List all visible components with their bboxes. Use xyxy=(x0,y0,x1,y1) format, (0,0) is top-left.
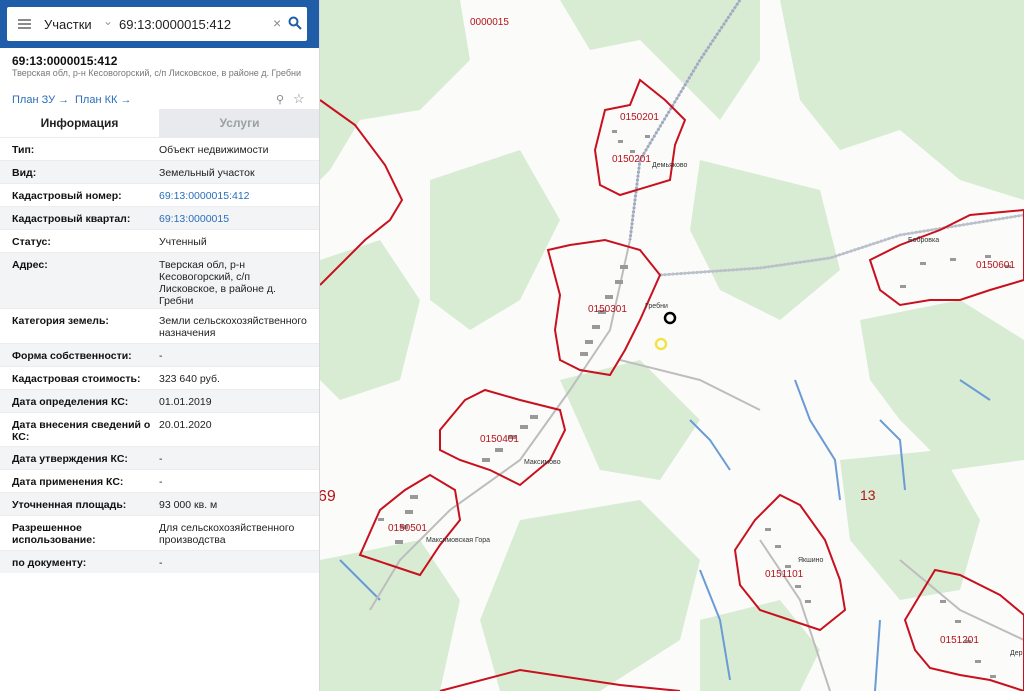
place-demyakovo: Демьяково xyxy=(652,162,688,169)
boundary-0150601 xyxy=(868,208,1024,307)
info-label: Кадастровый квартал: xyxy=(12,213,131,225)
map-canvas[interactable]: 0000015 0150201 0150201 0150301 0150401 … xyxy=(320,0,1024,691)
selected-parcel-marker[interactable] xyxy=(663,311,677,325)
info-label: Адрес: xyxy=(12,259,48,271)
star-icon[interactable]: ☆ xyxy=(293,91,305,107)
info-value: Земельный участок xyxy=(159,167,255,179)
info-row: Адрес: Тверская обл, р-н Кесовогорский, с… xyxy=(0,252,319,308)
info-row: Разрешенное использование: Для сельскохоз… xyxy=(0,515,319,550)
place-maksimovo: Максимово xyxy=(524,459,561,466)
search-type-select[interactable]: Участки xyxy=(44,17,92,32)
zoom-to-icon[interactable]: ⚲ xyxy=(276,93,284,106)
tab-info[interactable]: Информация xyxy=(0,109,159,137)
info-value: - xyxy=(159,453,163,465)
info-value: - xyxy=(159,557,163,569)
info-label: Статус: xyxy=(12,236,51,248)
info-label: Тип: xyxy=(12,144,35,156)
map-label-0150601: 0150601 xyxy=(976,260,1015,271)
info-value: Земли сельскохозяйственного назначения xyxy=(159,315,307,339)
place-bobrovka: Бобровка xyxy=(908,236,939,244)
secondary-marker[interactable] xyxy=(654,337,668,351)
info-value: Тверская обл, р-н Кесовогорский, с/п Лис… xyxy=(159,259,276,307)
info-label: по документу: xyxy=(12,557,87,569)
info-row: Дата внесения сведений о КС: 20.01.2020 xyxy=(0,412,319,446)
info-row: Статус: Учтенный xyxy=(0,229,319,252)
search-box: Участки ⌄ × xyxy=(7,7,307,41)
chevron-down-icon[interactable]: ⌄ xyxy=(103,14,113,28)
info-label: Дата применения КС: xyxy=(12,476,124,488)
info-value-link[interactable]: 69:13:0000015:412 xyxy=(159,190,309,202)
info-value: Объект недвижимости xyxy=(159,144,269,156)
map-label-0151101: 0151101 xyxy=(765,569,804,580)
search-bar: Участки ⌄ × xyxy=(0,0,319,48)
menu-icon[interactable] xyxy=(18,19,31,29)
info-row: Кадастровая стоимость: 323 640 руб. xyxy=(0,366,319,389)
info-row: по документу: - xyxy=(0,550,319,573)
map-label-0150201a: 0150201 xyxy=(620,112,659,123)
info-label: Кадастровый номер: xyxy=(12,190,122,202)
place-yakshino: Якшино xyxy=(798,557,824,564)
info-label: Уточненная площадь: xyxy=(12,499,127,511)
info-value: 93 000 кв. м xyxy=(159,499,218,511)
place-maksimovskaya-gora: Максимовская Гора xyxy=(426,537,490,544)
info-label: Разрешенное использование: xyxy=(12,522,96,546)
info-label: Вид: xyxy=(12,167,37,179)
info-value-link[interactable]: 69:13:0000015 xyxy=(159,213,309,225)
info-value: 20.01.2020 xyxy=(159,419,212,431)
map-label-district-13: 13 xyxy=(860,487,876,503)
info-label: Дата утверждения КС: xyxy=(12,453,128,465)
info-value: Учтенный xyxy=(159,236,207,248)
arrow-right-icon: → xyxy=(55,94,70,106)
info-label: Форма собственности: xyxy=(12,350,132,362)
info-value: 01.01.2019 xyxy=(159,396,212,408)
info-row: Кадастровый номер: 69:13:0000015:412 xyxy=(0,183,319,206)
info-row: Кадастровый квартал: 69:13:0000015 xyxy=(0,206,319,229)
search-input[interactable] xyxy=(119,12,271,36)
info-row: Тип: Объект недвижимости xyxy=(0,137,319,160)
info-row: Дата применения КС: - xyxy=(0,469,319,492)
map-label-0150301: 0150301 xyxy=(588,304,627,315)
plan-kk-link[interactable]: План КК → xyxy=(75,94,131,106)
info-row: Категория земель: Земли сельскохозяйствен… xyxy=(0,308,319,343)
plan-kk-label: План КК xyxy=(75,94,118,106)
info-label: Категория земель: xyxy=(12,315,109,327)
place-grebni: Гребни xyxy=(645,302,668,310)
info-value: - xyxy=(159,476,163,488)
info-label: Дата внесения сведений о КС: xyxy=(12,419,151,443)
boundary-0150201 xyxy=(593,78,687,197)
tabs: Информация Услуги xyxy=(0,109,319,137)
info-row: Дата определения КС: 01.01.2019 xyxy=(0,389,319,412)
plan-zu-label: План ЗУ xyxy=(12,94,56,106)
forest-areas xyxy=(320,0,1024,691)
map-label-0000015: 0000015 xyxy=(470,17,509,28)
info-value: - xyxy=(159,350,163,362)
info-row: Вид: Земельный участок xyxy=(0,160,319,183)
info-value: 323 640 руб. xyxy=(159,373,220,385)
info-label: Дата определения КС: xyxy=(12,396,129,408)
search-icon[interactable] xyxy=(288,16,302,30)
info-value: Для сельскохозяйственного производства xyxy=(159,522,295,546)
tab-services[interactable]: Услуги xyxy=(159,109,319,137)
map-label-district-69: 69 xyxy=(320,488,336,505)
map-label-0150401: 0150401 xyxy=(480,434,519,445)
map-label-0151201: 0151201 xyxy=(940,635,979,646)
info-panel: Участки ⌄ × 69:13:0000015:412 Тверская о… xyxy=(0,0,320,691)
arrow-right-icon: → xyxy=(117,94,132,106)
map-label-0150201b: 0150201 xyxy=(612,154,651,165)
map-view[interactable]: 0000015 0150201 0150201 0150301 0150401 … xyxy=(320,0,1024,691)
map-label-0150501: 0150501 xyxy=(388,523,427,534)
parcel-title: 69:13:0000015:412 xyxy=(12,54,118,68)
info-label: Кадастровая стоимость: xyxy=(12,373,141,385)
plan-zu-link[interactable]: План ЗУ → xyxy=(12,94,69,106)
info-row: Уточненная площадь: 93 000 кв. м xyxy=(0,492,319,515)
place-der: Дер xyxy=(1010,650,1023,657)
info-row: Дата утверждения КС: - xyxy=(0,446,319,469)
info-row: Форма собственности: - xyxy=(0,343,319,366)
parcel-address: Тверская обл, р-н Кесовогорский, с/п Лис… xyxy=(12,68,301,78)
clear-icon[interactable]: × xyxy=(273,15,281,31)
